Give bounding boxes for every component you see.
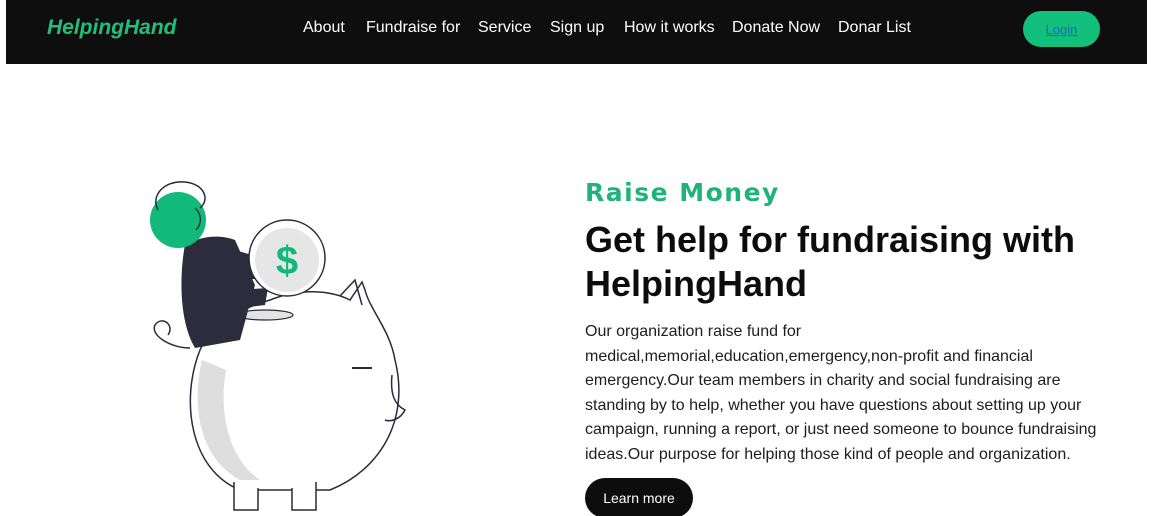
- login-button[interactable]: Login: [1023, 11, 1100, 47]
- nav-donate-now[interactable]: Donate Now: [732, 19, 820, 37]
- nav-links: About Fundraise for Service Sign up How …: [6, 0, 1147, 64]
- nav-donar-list[interactable]: Donar List: [838, 19, 911, 37]
- piggy-bank-illustration: $: [140, 170, 420, 516]
- hero-eyebrow: Raise Money: [585, 178, 780, 207]
- hero-headline: Get help for fundraising with HelpingHan…: [585, 219, 1075, 304]
- hero-section: Raise Money Get help for fundraising wit…: [585, 176, 1125, 516]
- nav-sign-up[interactable]: Sign up: [550, 19, 604, 37]
- nav-about[interactable]: About: [303, 19, 345, 37]
- learn-more-button[interactable]: Learn more: [585, 478, 693, 516]
- nav-how-it-works[interactable]: How it works: [624, 19, 715, 37]
- hero-description: Our organization raise fund for medical,…: [585, 323, 1097, 463]
- coin-dollar-sign: $: [276, 239, 298, 283]
- piggy-bank-icon: $: [150, 181, 407, 511]
- nav-service[interactable]: Service: [478, 19, 531, 37]
- nav-fundraise-for[interactable]: Fundraise for: [366, 19, 460, 37]
- top-navbar: HelpingHand About Fundraise for Service …: [6, 0, 1147, 64]
